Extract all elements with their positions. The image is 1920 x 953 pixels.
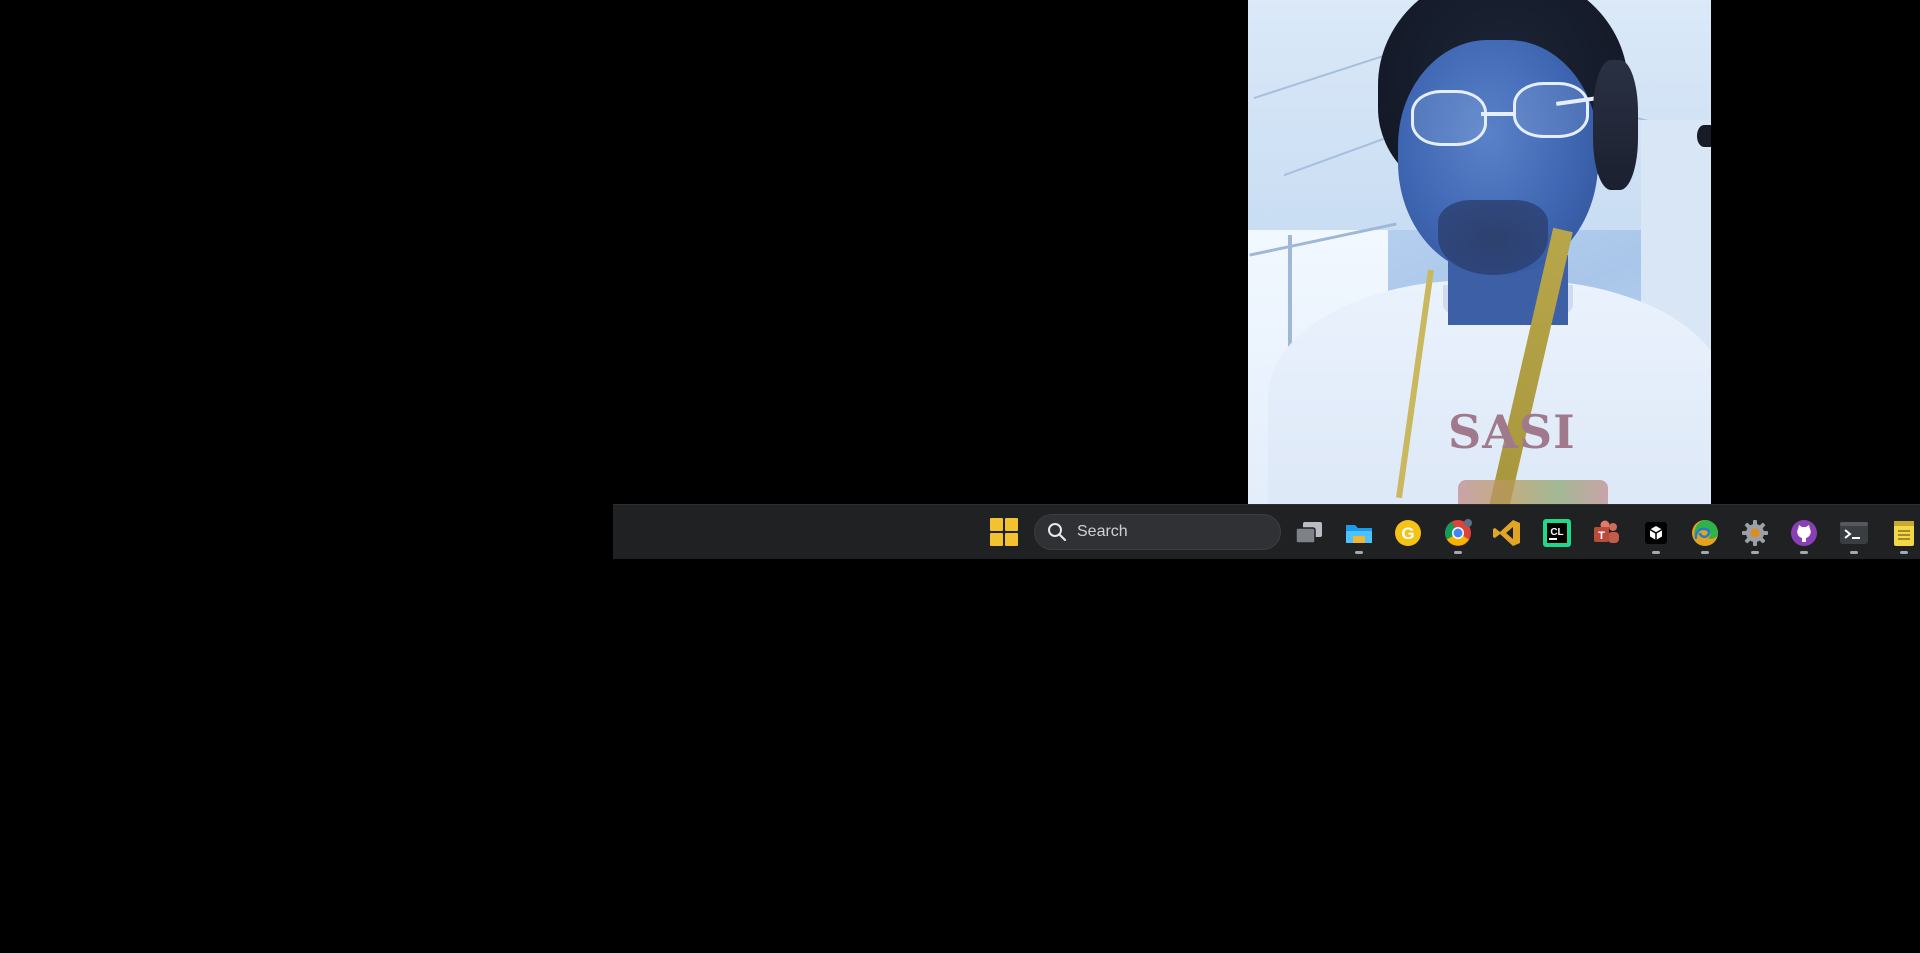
visual-studio-icon[interactable] — [1491, 517, 1523, 549]
running-indicator — [1701, 551, 1709, 554]
taskbar-search-box[interactable]: Search — [1034, 514, 1281, 550]
search-placeholder: Search — [1077, 523, 1128, 540]
webcam-video-feed: SASI — [1248, 0, 1711, 504]
start-icon-tile — [990, 518, 1003, 531]
settings-gear-icon[interactable] — [1739, 517, 1771, 549]
shirt-print-art — [1458, 480, 1608, 504]
start-button[interactable] — [990, 518, 1020, 548]
chrome-icon[interactable] — [1442, 517, 1474, 549]
running-indicator — [1355, 551, 1363, 554]
terminal-icon[interactable] — [1838, 517, 1870, 549]
github-desktop-icon[interactable] — [1788, 517, 1820, 549]
running-indicator — [1652, 551, 1660, 554]
svg-text:T: T — [1598, 530, 1605, 542]
task-view-icon[interactable] — [1293, 517, 1325, 549]
search-icon — [1047, 522, 1067, 542]
glasses-left-lens — [1411, 90, 1487, 146]
running-indicator — [1454, 551, 1462, 554]
running-indicator — [1900, 551, 1908, 554]
start-icon-tile — [990, 533, 1003, 546]
svg-text:CL: CL — [1550, 527, 1563, 538]
beard — [1438, 200, 1548, 275]
running-indicator — [1850, 551, 1858, 554]
clion-icon[interactable]: CL — [1541, 517, 1573, 549]
file-explorer-icon[interactable] — [1343, 517, 1375, 549]
start-icon-tile — [1005, 518, 1018, 531]
running-indicator — [1751, 551, 1759, 554]
running-indicator — [1800, 551, 1808, 554]
start-icon-tile — [1005, 533, 1018, 546]
shirt-print-text: SASI — [1448, 405, 1576, 459]
teams-icon[interactable]: T — [1590, 517, 1622, 549]
wall-device — [1697, 125, 1711, 147]
unity-icon[interactable] — [1640, 517, 1672, 549]
headphones — [1593, 60, 1638, 190]
svg-text:G: G — [1401, 524, 1414, 543]
edge-icon[interactable] — [1689, 517, 1721, 549]
glasses-bridge — [1481, 112, 1515, 116]
desktop-screen: SASI Search G CL T — [0, 0, 1920, 953]
glasses-right-lens — [1513, 82, 1589, 138]
taskbar: Search G CL T — [613, 504, 1920, 559]
notepad-icon[interactable] — [1888, 517, 1920, 549]
g-app-icon[interactable]: G — [1392, 517, 1424, 549]
